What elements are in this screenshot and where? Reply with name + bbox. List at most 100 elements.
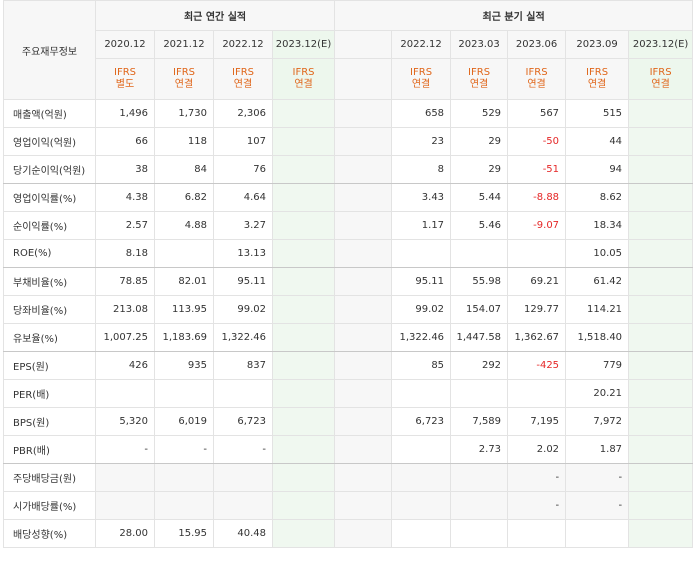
quarter-value-cell: 154.07 — [450, 295, 509, 324]
row-label: 순이익률(%) — [3, 211, 96, 240]
annual-value-cell — [271, 435, 336, 464]
quarter-value-cell — [391, 491, 452, 520]
annual-value-cell — [271, 127, 336, 156]
annual-value-cell — [213, 379, 273, 408]
quarter-value-cell — [628, 379, 694, 408]
quarter-date-header: 2023.09 — [565, 30, 630, 59]
quarter-value-cell — [565, 519, 630, 548]
annual-value-cell — [95, 379, 155, 408]
quarter-value-cell: 1,362.67 — [507, 323, 567, 352]
accounting-standard-header: IFRS 연결 — [213, 58, 273, 100]
row-label: 당기순이익(억원) — [3, 155, 96, 184]
annual-value-cell — [213, 463, 273, 492]
annual-value-cell — [271, 295, 336, 324]
annual-value-cell: 113.95 — [154, 295, 214, 324]
quarter-gap-cell — [334, 239, 393, 268]
quarter-value-cell: 18.34 — [565, 211, 630, 240]
consolidation-type: 연결 — [651, 79, 670, 90]
annual-value-cell — [154, 379, 214, 408]
quarter-value-cell — [450, 379, 509, 408]
annual-date-header: 2021.12 — [154, 30, 214, 59]
quarter-value-cell: 658 — [391, 99, 452, 128]
annual-value-cell — [271, 379, 336, 408]
table-row: 영업이익(억원) 66 118 107 23 29 -50 44 — [3, 127, 694, 156]
quarter-value-cell — [507, 519, 567, 548]
quarter-value-cell: 55.98 — [450, 267, 509, 296]
annual-value-cell: 2,306 — [213, 99, 273, 128]
row-label: 시가배당률(%) — [3, 491, 96, 520]
quarter-gap-cell — [334, 267, 393, 296]
table-row: 시가배당률(%) - - — [3, 491, 694, 520]
quarter-value-cell: 1.17 — [391, 211, 452, 240]
table-row: 유보율(%) 1,007.25 1,183.69 1,322.46 1,322.46 1,… — [3, 323, 694, 352]
annual-value-cell: 4.38 — [95, 183, 155, 212]
annual-date-header: 2023.12(E) — [271, 30, 336, 59]
annual-value-cell: 6.82 — [154, 183, 214, 212]
accounting-standard: IFRS — [173, 67, 195, 78]
quarter-value-cell: 779 — [565, 351, 630, 380]
quarter-value-cell: 292 — [450, 351, 509, 380]
accounting-standard: IFRS — [292, 67, 315, 78]
table-row: 매출액(억원) 1,496 1,730 2,306 658 529 567 515 — [3, 99, 694, 128]
quarter-value-cell: 29 — [450, 127, 509, 156]
quarter-value-cell — [628, 351, 694, 380]
quarter-value-cell: 61.42 — [565, 267, 630, 296]
quarter-value-cell — [391, 519, 452, 548]
quarter-gap-cell — [334, 211, 393, 240]
table-row: PER(배) 20.21 — [3, 379, 694, 408]
table-row: ROE(%) 8.18 13.13 10.05 — [3, 239, 694, 268]
annual-value-cell — [271, 183, 336, 212]
accounting-standard-header: IFRS 별도 — [95, 58, 155, 100]
annual-value-cell: 76 — [213, 155, 273, 184]
annual-value-cell: - — [154, 435, 214, 464]
table-row: PBR(배) - - -2.73 2.02 1.87 — [3, 435, 694, 464]
annual-value-cell: 118 — [154, 127, 214, 156]
quarter-value-cell: 567 — [507, 99, 567, 128]
quarter-value-cell — [628, 435, 694, 464]
quarter-date-header: 2022.12 — [391, 30, 452, 59]
accounting-standard: IFRS — [586, 67, 609, 78]
annual-value-cell: 8.18 — [95, 239, 155, 268]
annual-value-cell: 84 — [154, 155, 214, 184]
quarter-value-cell — [628, 407, 694, 436]
annual-value-cell: 4.88 — [154, 211, 214, 240]
annual-value-cell: 3.27 — [213, 211, 273, 240]
quarter-value-cell: 8 — [391, 155, 452, 184]
annual-value-cell: 15.95 — [154, 519, 214, 548]
quarter-value-cell: 1,447.58 — [450, 323, 509, 352]
annual-value-cell — [271, 267, 336, 296]
quarter-gap-cell — [334, 407, 393, 436]
annual-value-cell: 28.00 — [95, 519, 155, 548]
quarter-gap-cell — [334, 323, 393, 352]
annual-value-cell: 1,322.46 — [213, 323, 273, 352]
accounting-standard-header: IFRS 연결 — [271, 58, 336, 100]
row-label: EPS(원) — [3, 351, 96, 380]
annual-value-cell: - — [213, 435, 273, 464]
annual-value-cell: 6,723 — [213, 407, 273, 436]
quarter-value-cell — [450, 519, 509, 548]
accounting-standard-header: IFRS 연결 — [450, 58, 509, 100]
quarter-value-cell: -50 — [507, 127, 567, 156]
annual-value-cell: 107 — [213, 127, 273, 156]
quarter-value-cell — [450, 463, 509, 492]
accounting-standard: IFRS — [114, 67, 136, 78]
annual-value-cell — [271, 351, 336, 380]
quarter-gap-cell — [334, 295, 393, 324]
quarter-gap-cell — [334, 379, 393, 408]
table-row: 당좌비율(%) 213.08 113.95 99.02 99.02 154.07 129.7… — [3, 295, 694, 324]
accounting-standard-header: IFRS 연결 — [391, 58, 452, 100]
annual-value-cell — [271, 519, 336, 548]
annual-value-cell: 6,019 — [154, 407, 214, 436]
quarter-value-cell: 114.21 — [565, 295, 630, 324]
table-row: 부채비율(%) 78.85 82.01 95.11 95.11 55.98 69.21 61.… — [3, 267, 694, 296]
annual-value-cell: 1,730 — [154, 99, 214, 128]
quarter-value-cell: -8.88 — [507, 183, 567, 212]
quarter-value-cell: - — [507, 463, 567, 492]
annual-value-cell: 213.08 — [95, 295, 155, 324]
row-label: 매출액(억원) — [3, 99, 96, 128]
quarter-gap-header — [334, 30, 393, 59]
quarter-gap-cell — [334, 127, 393, 156]
quarter-value-cell: 2.73 — [450, 435, 509, 464]
quarter-value-cell — [628, 323, 694, 352]
quarter-value-cell: 10.05 — [565, 239, 630, 268]
